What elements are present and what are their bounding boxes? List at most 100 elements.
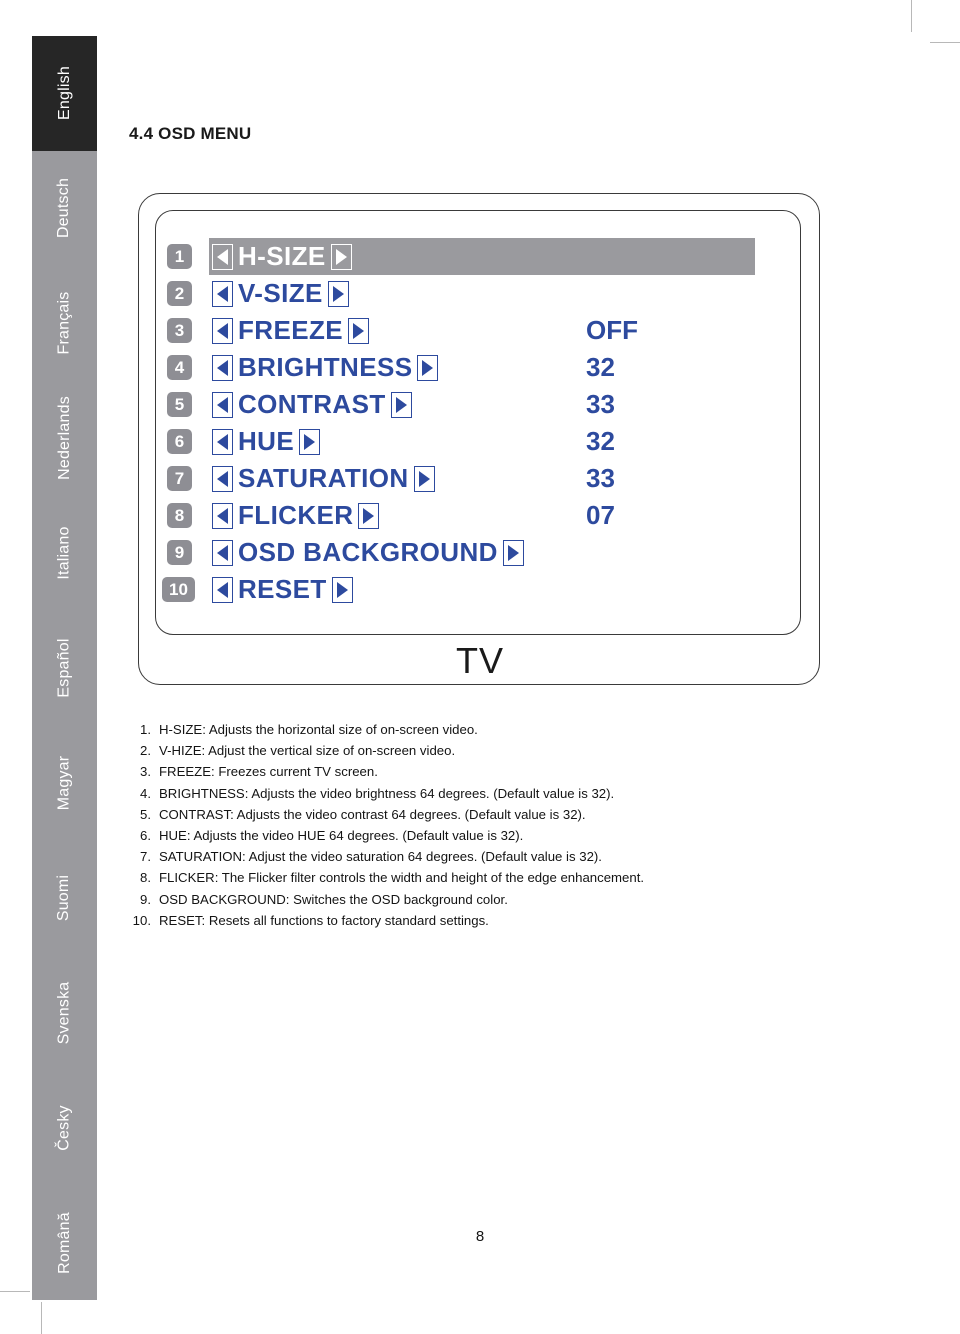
triangle-right-icon[interactable] [331,576,353,603]
sidebar-item-magyar[interactable]: Magyar [32,725,97,840]
triangle-left-glyph [217,322,228,339]
list-item: 9. OSD BACKGROUND: Switches the OSD backg… [131,889,831,910]
triangle-right-icon[interactable] [347,317,369,344]
crop-mark-bottom-left-horizontal [0,1291,30,1292]
list-item-text: FLICKER: The Flicker filter controls the… [159,870,645,886]
osd-option-control[interactable]: HUE [212,423,321,460]
triangle-left-glyph [217,285,228,302]
osd-row-number-badge: 10 [162,577,195,602]
triangle-right-glyph [332,285,344,302]
triangle-right-icon[interactable] [299,428,321,455]
triangle-left-icon[interactable] [212,576,233,603]
osd-option-control[interactable]: BRIGHTNESS [212,349,439,386]
osd-menu-row[interactable]: 5 CONTRAST 33 [156,386,800,423]
osd-row-number-badge: 5 [167,392,192,417]
triangle-left-glyph [217,581,228,598]
osd-menu-row[interactable]: 2 V-SIZE [156,275,800,312]
osd-option-value: 33 [586,463,615,493]
triangle-right-glyph [363,507,375,524]
sidebar-item-nederlands[interactable]: Nederlands [32,381,97,496]
osd-menu-row[interactable]: 10 RESET [156,571,800,608]
triangle-left-glyph [217,544,228,561]
triangle-right-glyph [418,470,430,487]
triangle-left-icon[interactable] [212,391,233,418]
osd-option-control[interactable]: SATURATION [212,460,435,497]
triangle-right-icon[interactable] [330,243,352,270]
triangle-right-glyph [395,396,407,413]
sidebar-item-english[interactable]: English [32,36,97,151]
list-item: 1. H-SIZE: Adjusts the horizontal size of… [131,719,831,740]
osd-menu-row[interactable]: 7 SATURATION 33 [156,460,800,497]
page-number: 8 [475,1228,485,1245]
sidebar-item-label: Suomi [55,874,73,921]
triangle-left-icon[interactable] [212,354,233,381]
list-item-number: 2. [140,743,151,759]
list-item-text: CONTRAST: Adjusts the video contrast 64 … [159,806,586,822]
triangle-left-icon[interactable] [212,502,233,529]
list-item-text: FREEZE: Freezes current TV screen. [159,764,378,780]
osd-option-control[interactable]: RESET [212,571,353,608]
triangle-right-icon[interactable] [413,465,435,492]
osd-option-control[interactable]: V-SIZE [212,275,349,312]
triangle-left-icon[interactable] [212,243,233,270]
osd-row-number-badge: 9 [167,540,192,565]
osd-option-control[interactable]: OSD BACKGROUND [212,534,524,571]
osd-option-label: OSD BACKGROUND [238,537,498,567]
osd-option-value: 07 [586,500,615,530]
osd-menu-row[interactable]: 9 OSD BACKGROUND [156,534,800,571]
list-item-text: OSD BACKGROUND: Switches the OSD backgro… [159,891,508,907]
osd-menu-row[interactable]: 6 HUE 32 [156,423,800,460]
triangle-right-icon[interactable] [390,391,412,418]
sidebar-item-label: Français [55,291,73,355]
list-item-text: SATURATION: Adjust the video saturation … [159,849,602,865]
triangle-right-icon[interactable] [502,539,524,566]
sidebar-item-label: Magyar [55,755,73,811]
triangle-right-icon[interactable] [417,354,439,381]
osd-row-number-badge: 7 [167,466,192,491]
triangle-left-glyph [217,470,228,487]
triangle-left-icon[interactable] [212,539,233,566]
sidebar-item-svenska[interactable]: Svenska [32,955,97,1070]
triangle-left-icon[interactable] [212,280,233,307]
osd-menu-row[interactable]: 3 FREEZE OFF [156,312,800,349]
triangle-right-icon[interactable] [358,502,380,529]
sidebar-item-suomi[interactable]: Suomi [32,840,97,955]
list-item: 8. FLICKER: The Flicker filter controls t… [131,867,831,888]
sidebar-item-franais[interactable]: Français [32,266,97,381]
osd-option-value: OFF [586,315,638,345]
osd-option-control[interactable]: H-SIZE [212,238,352,275]
triangle-left-glyph [217,396,228,413]
triangle-right-icon[interactable] [327,280,349,307]
osd-option-value: 33 [586,389,615,419]
list-item-number: 4. [140,785,151,801]
osd-option-value: 32 [586,426,615,456]
triangle-left-icon[interactable] [212,317,233,344]
list-item: 6. HUE: Adjusts the video HUE 64 degrees.… [131,825,831,846]
list-item: 4. BRIGHTNESS: Adjusts the video brightne… [131,783,831,804]
osd-menu-row[interactable]: 4 BRIGHTNESS 32 [156,349,800,386]
triangle-right-glyph [507,544,519,561]
list-item-text: V-HIZE: Adjust the vertical size of on-s… [159,743,456,759]
osd-option-label: BRIGHTNESS [238,352,413,382]
triangle-left-icon[interactable] [212,428,233,455]
list-item: 2. V-HIZE: Adjust the vertical size of on… [131,740,831,761]
osd-menu-row[interactable]: 1 H-SIZE [156,238,800,275]
sidebar-item-italiano[interactable]: Italiano [32,496,97,611]
osd-option-control[interactable]: FREEZE [212,312,369,349]
osd-option-control[interactable]: FLICKER [212,497,380,534]
triangle-left-icon[interactable] [212,465,233,492]
osd-option-control[interactable]: CONTRAST [212,386,412,423]
sidebar-item-deutsch[interactable]: Deutsch [32,151,97,266]
osd-row-number-badge: 3 [167,318,192,343]
sidebar-item-label: Italiano [55,526,73,580]
page-title: 4.4 OSD MENU [129,124,252,143]
list-item-number: 1. [140,722,151,737]
osd-menu-panel: 1 H-SIZE 2 V-SIZE 3 FREEZE OFF 4 BRIGHTNESS 32 5 CO… [155,210,801,635]
list-item: 10. RESET: Resets all functions to factor… [131,910,831,931]
list-item-number: 7. [140,849,151,865]
crop-mark-top-right-vertical [911,0,912,32]
osd-menu-row[interactable]: 8 FLICKER 07 [156,497,800,534]
sidebar-item-esky[interactable]: Česky [32,1070,97,1185]
list-item-text: RESET: Resets all functions to factory s… [159,912,489,928]
list-item-number: 6. [140,828,151,844]
